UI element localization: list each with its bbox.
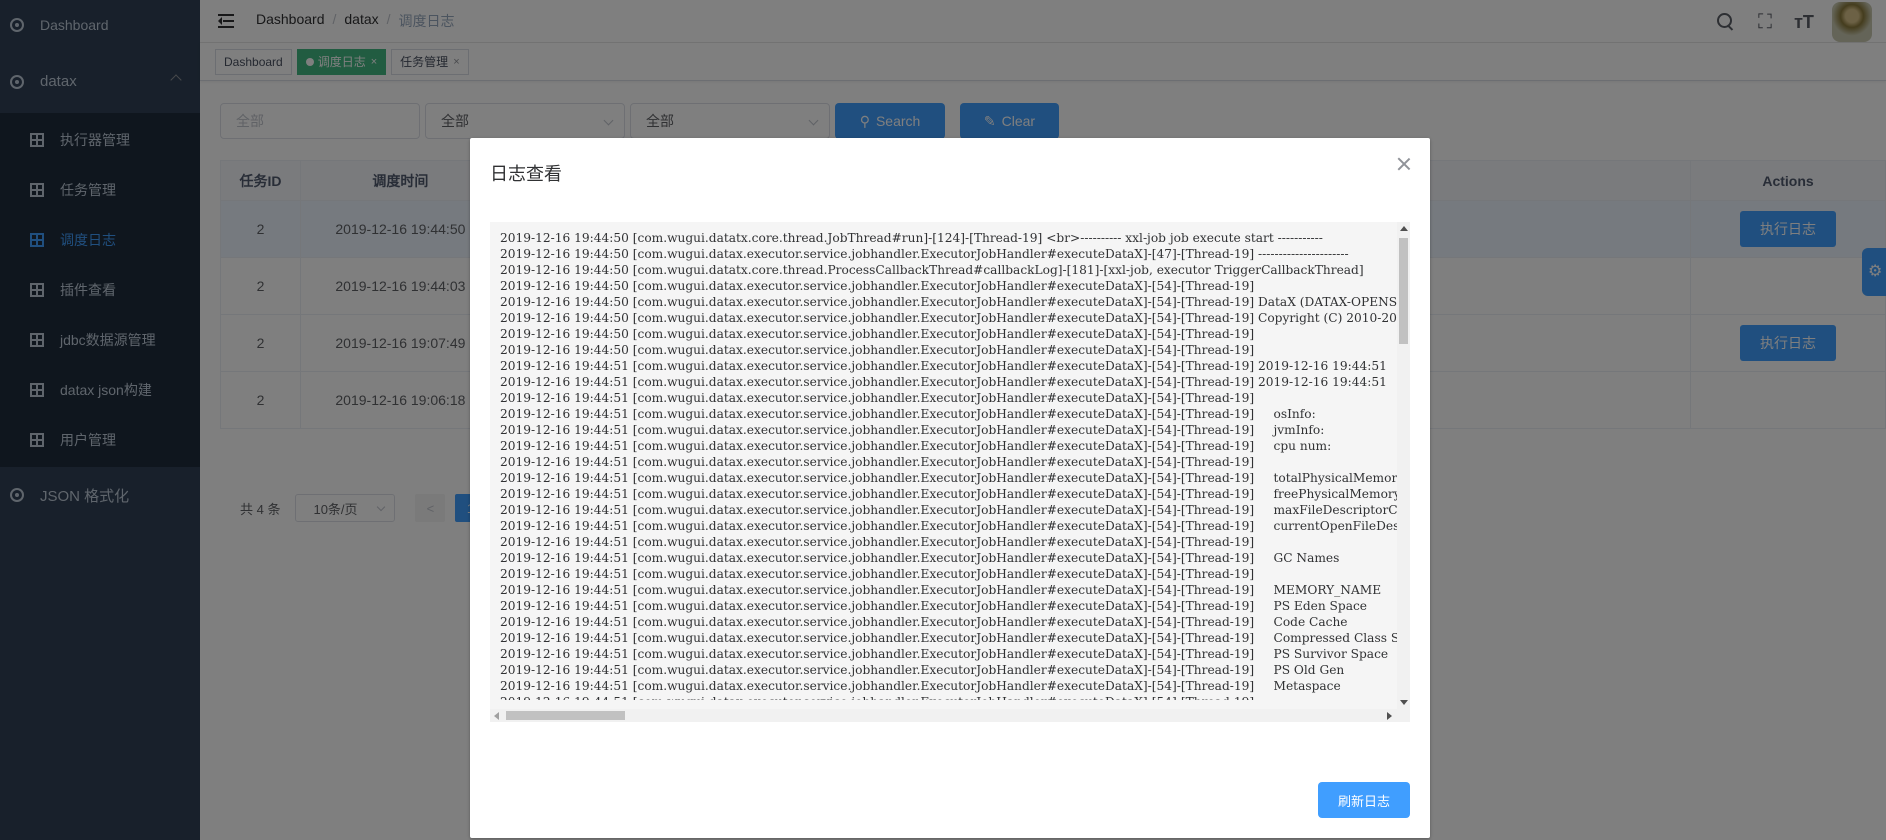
scroll-right-icon[interactable] [1387,712,1392,720]
log-line: 2019-12-16 19:44:51 [com.wugui.datax.exe… [500,535,1255,549]
log-line: 2019-12-16 19:44:51 [com.wugui.datax.exe… [500,631,1397,645]
scroll-left-icon[interactable] [494,712,499,720]
log-line: 2019-12-16 19:44:50 [com.wugui.datax.exe… [500,247,1349,261]
log-line: 2019-12-16 19:44:51 [com.wugui.datax.exe… [500,599,1368,613]
scroll-down-icon[interactable] [1400,700,1408,705]
log-line: 2019-12-16 19:44:51 [com.wugui.datax.exe… [500,391,1255,405]
log-line: 2019-12-16 19:44:51 [com.wugui.datax.exe… [500,503,1397,517]
log-viewer[interactable]: 2019-12-16 19:44:50 [com.wugui.datatx.co… [490,222,1410,722]
log-line: 2019-12-16 19:44:51 [com.wugui.datax.exe… [500,407,1316,421]
log-line: 2019-12-16 19:44:51 [com.wugui.datax.exe… [500,375,1387,389]
log-line: 2019-12-16 19:44:51 [com.wugui.datax.exe… [500,567,1255,581]
log-line: 2019-12-16 19:44:51 [com.wugui.datax.exe… [500,679,1341,693]
log-line: 2019-12-16 19:44:51 [com.wugui.datax.exe… [500,455,1255,469]
log-line: 2019-12-16 19:44:50 [com.wugui.datax.exe… [500,279,1255,293]
log-line: 2019-12-16 19:44:50 [com.wugui.datatx.co… [500,231,1323,245]
dialog-title: 日志查看 [490,164,562,184]
log-line: 2019-12-16 19:44:51 [com.wugui.datax.exe… [500,551,1340,565]
log-line: 2019-12-16 19:44:50 [com.wugui.datax.exe… [500,343,1255,357]
log-line: 2019-12-16 19:44:51 [com.wugui.datax.exe… [500,694,1397,700]
log-line: 2019-12-16 19:44:50 [com.wugui.datax.exe… [500,311,1397,325]
log-line: 2019-12-16 19:44:50 [com.wugui.datax.exe… [500,295,1397,309]
log-line: 2019-12-16 19:44:51 [com.wugui.datax.exe… [500,439,1332,453]
scroll-up-icon[interactable] [1400,226,1408,231]
log-line: 2019-12-16 19:44:50 [com.wugui.datax.exe… [500,327,1255,341]
log-line: 2019-12-16 19:44:51 [com.wugui.datax.exe… [500,423,1325,437]
horizontal-scrollbar[interactable] [490,709,1410,722]
log-line: 2019-12-16 19:44:51 [com.wugui.datax.exe… [500,647,1389,661]
scroll-thumb[interactable] [506,711,625,720]
log-line: 2019-12-16 19:44:51 [com.wugui.datax.exe… [500,663,1345,677]
log-line: 2019-12-16 19:44:51 [com.wugui.datax.exe… [500,615,1348,629]
log-line: 2019-12-16 19:44:51 [com.wugui.datax.exe… [500,471,1397,485]
log-line: 2019-12-16 19:44:51 [com.wugui.datax.exe… [500,519,1397,533]
log-line: 2019-12-16 19:44:50 [com.wugui.datatx.co… [500,263,1364,277]
close-icon[interactable] [1396,156,1412,172]
log-content: 2019-12-16 19:44:50 [com.wugui.datatx.co… [500,230,1397,700]
vertical-scrollbar[interactable] [1397,222,1410,709]
log-line: 2019-12-16 19:44:51 [com.wugui.datax.exe… [500,487,1397,501]
log-line: 2019-12-16 19:44:51 [com.wugui.datax.exe… [500,583,1382,597]
refresh-log-button[interactable]: 刷新日志 [1317,782,1410,818]
scroll-thumb[interactable] [1399,238,1408,344]
log-dialog: 日志查看 2019-12-16 19:44:50 [com.wugui.data… [470,138,1430,838]
log-line: 2019-12-16 19:44:51 [com.wugui.datax.exe… [500,359,1387,373]
